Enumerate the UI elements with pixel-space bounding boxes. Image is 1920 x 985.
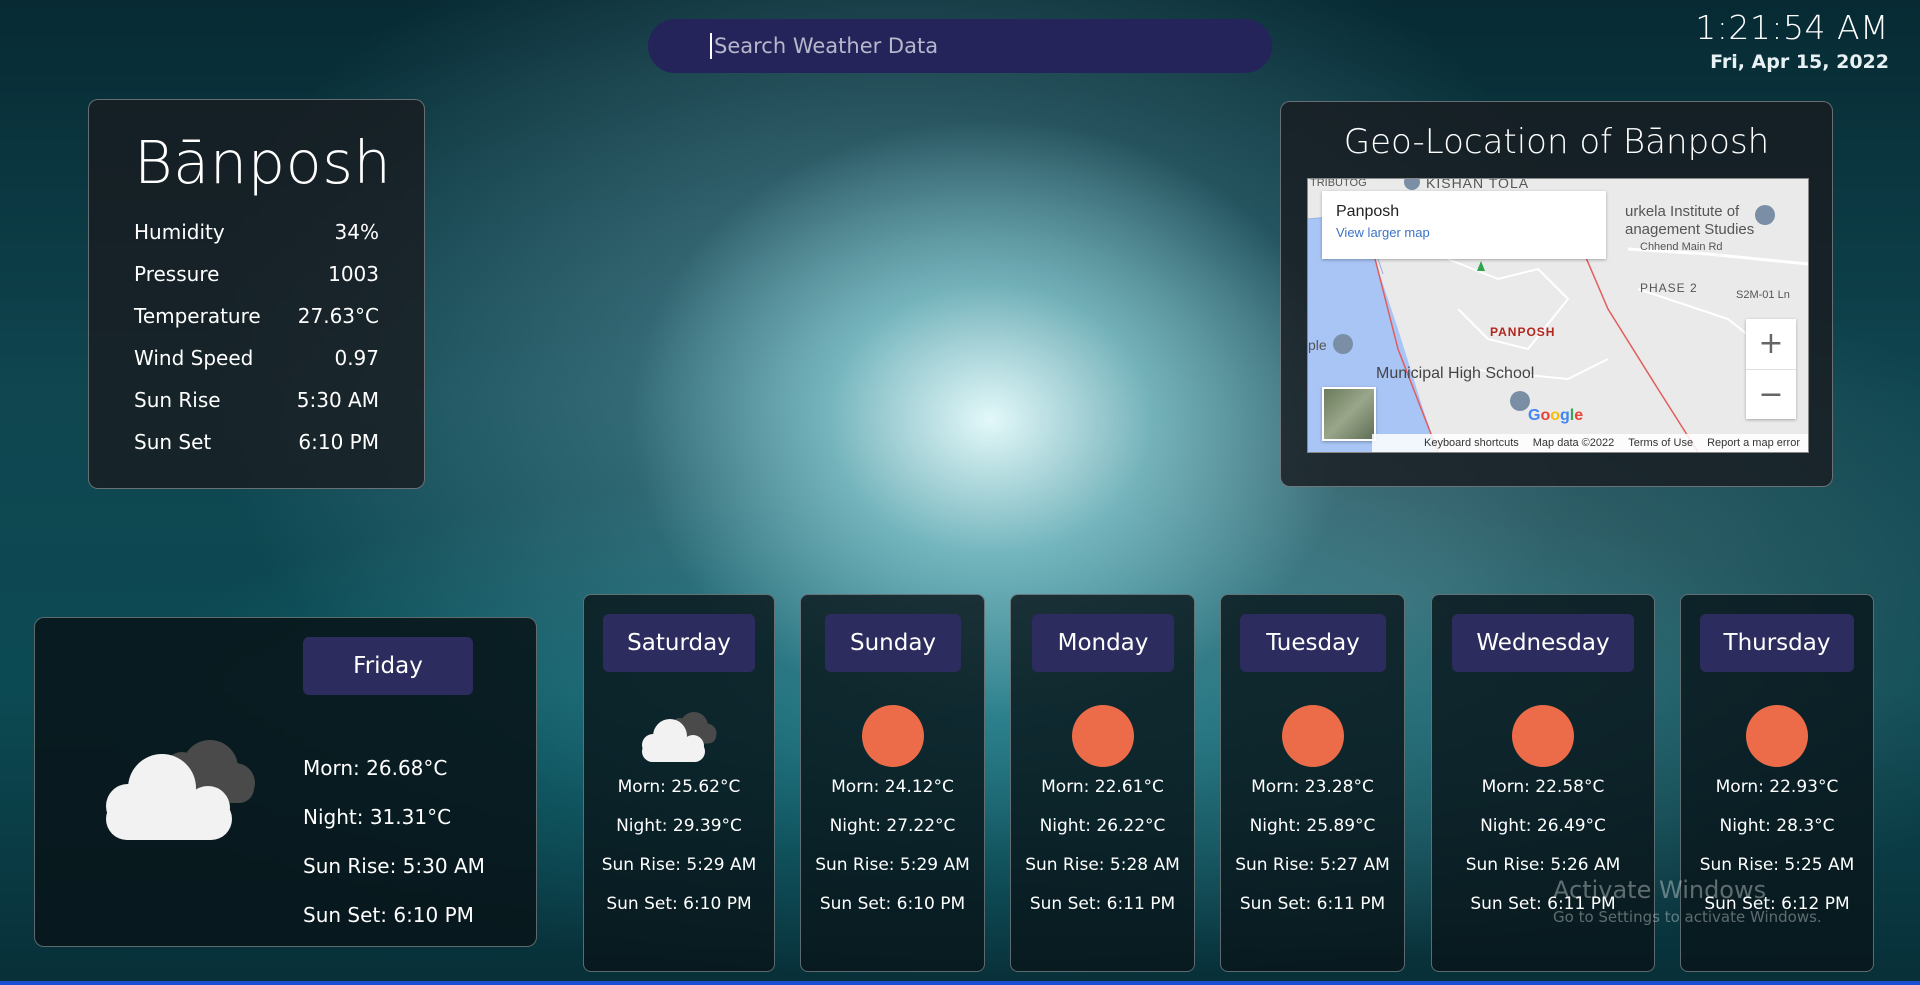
night-temp: Night: 29.39°C [616,815,742,836]
day-label: Sunday [825,614,961,672]
geo-location-card: Geo-Location of Bānposh TRIBUTOG KISHAN … [1280,101,1833,487]
city-weather-card: Bānposh Humidity 34% Pressure 1003 Tempe… [88,99,425,489]
night-temp: Night: 26.22°C [1039,815,1166,836]
night-temp: Night: 25.89°C [1249,815,1376,836]
stat-value: 0.97 [334,346,379,370]
map-label: anagement Studies [1625,221,1755,238]
stat-sun-set: Sun Set 6:10 PM [134,421,379,463]
stat-humidity: Humidity 34% [134,211,379,253]
morning-temp: Morn: 25.62°C [617,776,741,797]
view-larger-map-link[interactable]: View larger map [1336,225,1592,240]
day-label: Monday [1032,614,1174,672]
sun-set: Sun Set: 6:11 PM [1029,893,1176,914]
forecast-card-tuesday: Tuesday Morn: 23.28°C Night: 25.89°C Sun… [1220,594,1405,972]
night-temp: Night: 28.3°C [1719,815,1835,836]
map-label: Chhend Main Rd [1640,241,1723,253]
morning-temp: Morn: 23.28°C [1251,776,1374,797]
sun-icon [1746,705,1808,767]
map-place-name: Panposh [1336,203,1400,220]
search-bar[interactable] [648,19,1272,73]
map-label: PANPOSH [1490,325,1556,339]
sun-set: Sun Set: 6:10 PM [303,902,474,927]
stat-value: 34% [334,220,379,244]
map-label: KISHAN TOLA [1426,178,1530,191]
stat-value: 5:30 AM [296,388,379,412]
sun-rise: Sun Rise: 5:28 AM [1025,854,1180,875]
zoom-out-button[interactable]: − [1746,368,1796,420]
today-forecast-card: Friday Morn: 26.68°C Night: 31.31°C Sun … [34,617,537,947]
sun-set: Sun Set: 6:10 PM [819,893,966,914]
search-input[interactable] [710,33,1236,59]
map-label: urkela Institute of [1625,203,1740,220]
embedded-map[interactable]: TRIBUTOG KISHAN TOLA urkela Institute of… [1307,178,1809,453]
zoom-in-button[interactable]: + [1746,319,1796,369]
morning-temp: Morn: 22.93°C [1715,776,1839,797]
terms-of-use-link[interactable]: Terms of Use [1628,437,1693,449]
map-label: S2M-01 Ln [1736,289,1790,301]
today-details: Morn: 26.68°C Night: 31.31°C Sun Rise: 5… [303,743,485,939]
watermark-subtitle: Go to Settings to activate Windows. [1553,908,1822,926]
city-name: Bānposh [134,128,392,197]
sun-rise: Sun Rise: 5:30 AM [303,853,485,878]
map-data-text: Map data ©2022 [1532,437,1615,449]
stat-label: Sun Rise [134,388,221,412]
stat-wind-speed: Wind Speed 0.97 [134,337,379,379]
map-label: Municipal High School [1376,365,1535,382]
satellite-toggle[interactable] [1322,387,1376,441]
morning-temp: Morn: 22.58°C [1481,776,1605,797]
stat-value: 6:10 PM [298,430,379,454]
forecast-card-saturday: Saturday Morn: 25.62°C Night: 29.39°C Su… [583,594,775,972]
stat-pressure: Pressure 1003 [134,253,379,295]
day-label: Thursday [1700,614,1854,672]
sun-icon [1071,705,1134,767]
stat-label: Humidity [134,220,225,244]
clock-date: Fri, Apr 15, 2022 [1710,51,1889,73]
report-map-error-link[interactable]: Report a map error [1707,437,1800,449]
forecast-card-monday: Monday Morn: 22.61°C Night: 26.22°C Sun … [1010,594,1195,972]
morning-temp: Morn: 22.61°C [1041,776,1164,797]
stat-label: Pressure [134,262,220,286]
day-label: Friday [303,637,473,695]
activate-windows-watermark: Activate Windows Go to Settings to activ… [1553,876,1822,926]
stat-sun-rise: Sun Rise 5:30 AM [134,379,379,421]
sun-set: Sun Set: 6:10 PM [606,893,752,914]
sun-rise: Sun Rise: 5:29 AM [815,854,970,875]
map-label: PHASE 2 [1640,281,1698,295]
stat-label: Wind Speed [134,346,254,370]
sun-icon [861,705,924,767]
day-label: Wednesday [1452,614,1634,672]
map-footer: Keyboard shortcuts Map data ©2022 Terms … [1372,434,1808,452]
taskbar-edge [0,981,1920,985]
map-label: ple [1308,337,1327,353]
stat-value: 27.63°C [297,304,379,328]
stat-value: 1003 [328,262,379,286]
stat-temperature: Temperature 27.63°C [134,295,379,337]
map-label: TRIBUTOG [1310,178,1367,189]
clock: 1:21:54 AM Fri, Apr 15, 2022 [1695,8,1889,73]
night-temp: Night: 31.31°C [303,804,452,829]
map-place-popup: Panposh View larger map [1322,191,1606,259]
google-logo: Google [1528,407,1584,424]
day-label: Saturday [603,614,755,672]
sun-icon [1512,705,1574,767]
sun-rise: Sun Rise: 5:29 AM [601,854,757,875]
clock-time: 1:21:54 AM [1695,8,1889,47]
day-label: Tuesday [1240,614,1386,672]
night-temp: Night: 26.49°C [1480,815,1606,836]
sun-rise: Sun Rise: 5:27 AM [1235,854,1390,875]
morning-temp: Morn: 26.68°C [303,755,448,780]
keyboard-shortcuts-link[interactable]: Keyboard shortcuts [1424,437,1519,449]
sun-set: Sun Set: 6:11 PM [1239,893,1386,914]
morning-temp: Morn: 24.12°C [831,776,954,797]
stat-label: Temperature [134,304,261,328]
stat-label: Sun Set [134,430,212,454]
map-title: Geo-Location of Bānposh [1343,122,1770,162]
cloud-icon [642,712,717,762]
night-temp: Night: 27.22°C [829,815,956,836]
cloud-icon [106,740,255,840]
map-zoom-control: + − [1746,319,1796,419]
forecast-card-sunday: Sunday Morn: 24.12°C Night: 27.22°C Sun … [800,594,985,972]
sun-icon [1281,705,1344,767]
watermark-title: Activate Windows [1553,876,1767,904]
